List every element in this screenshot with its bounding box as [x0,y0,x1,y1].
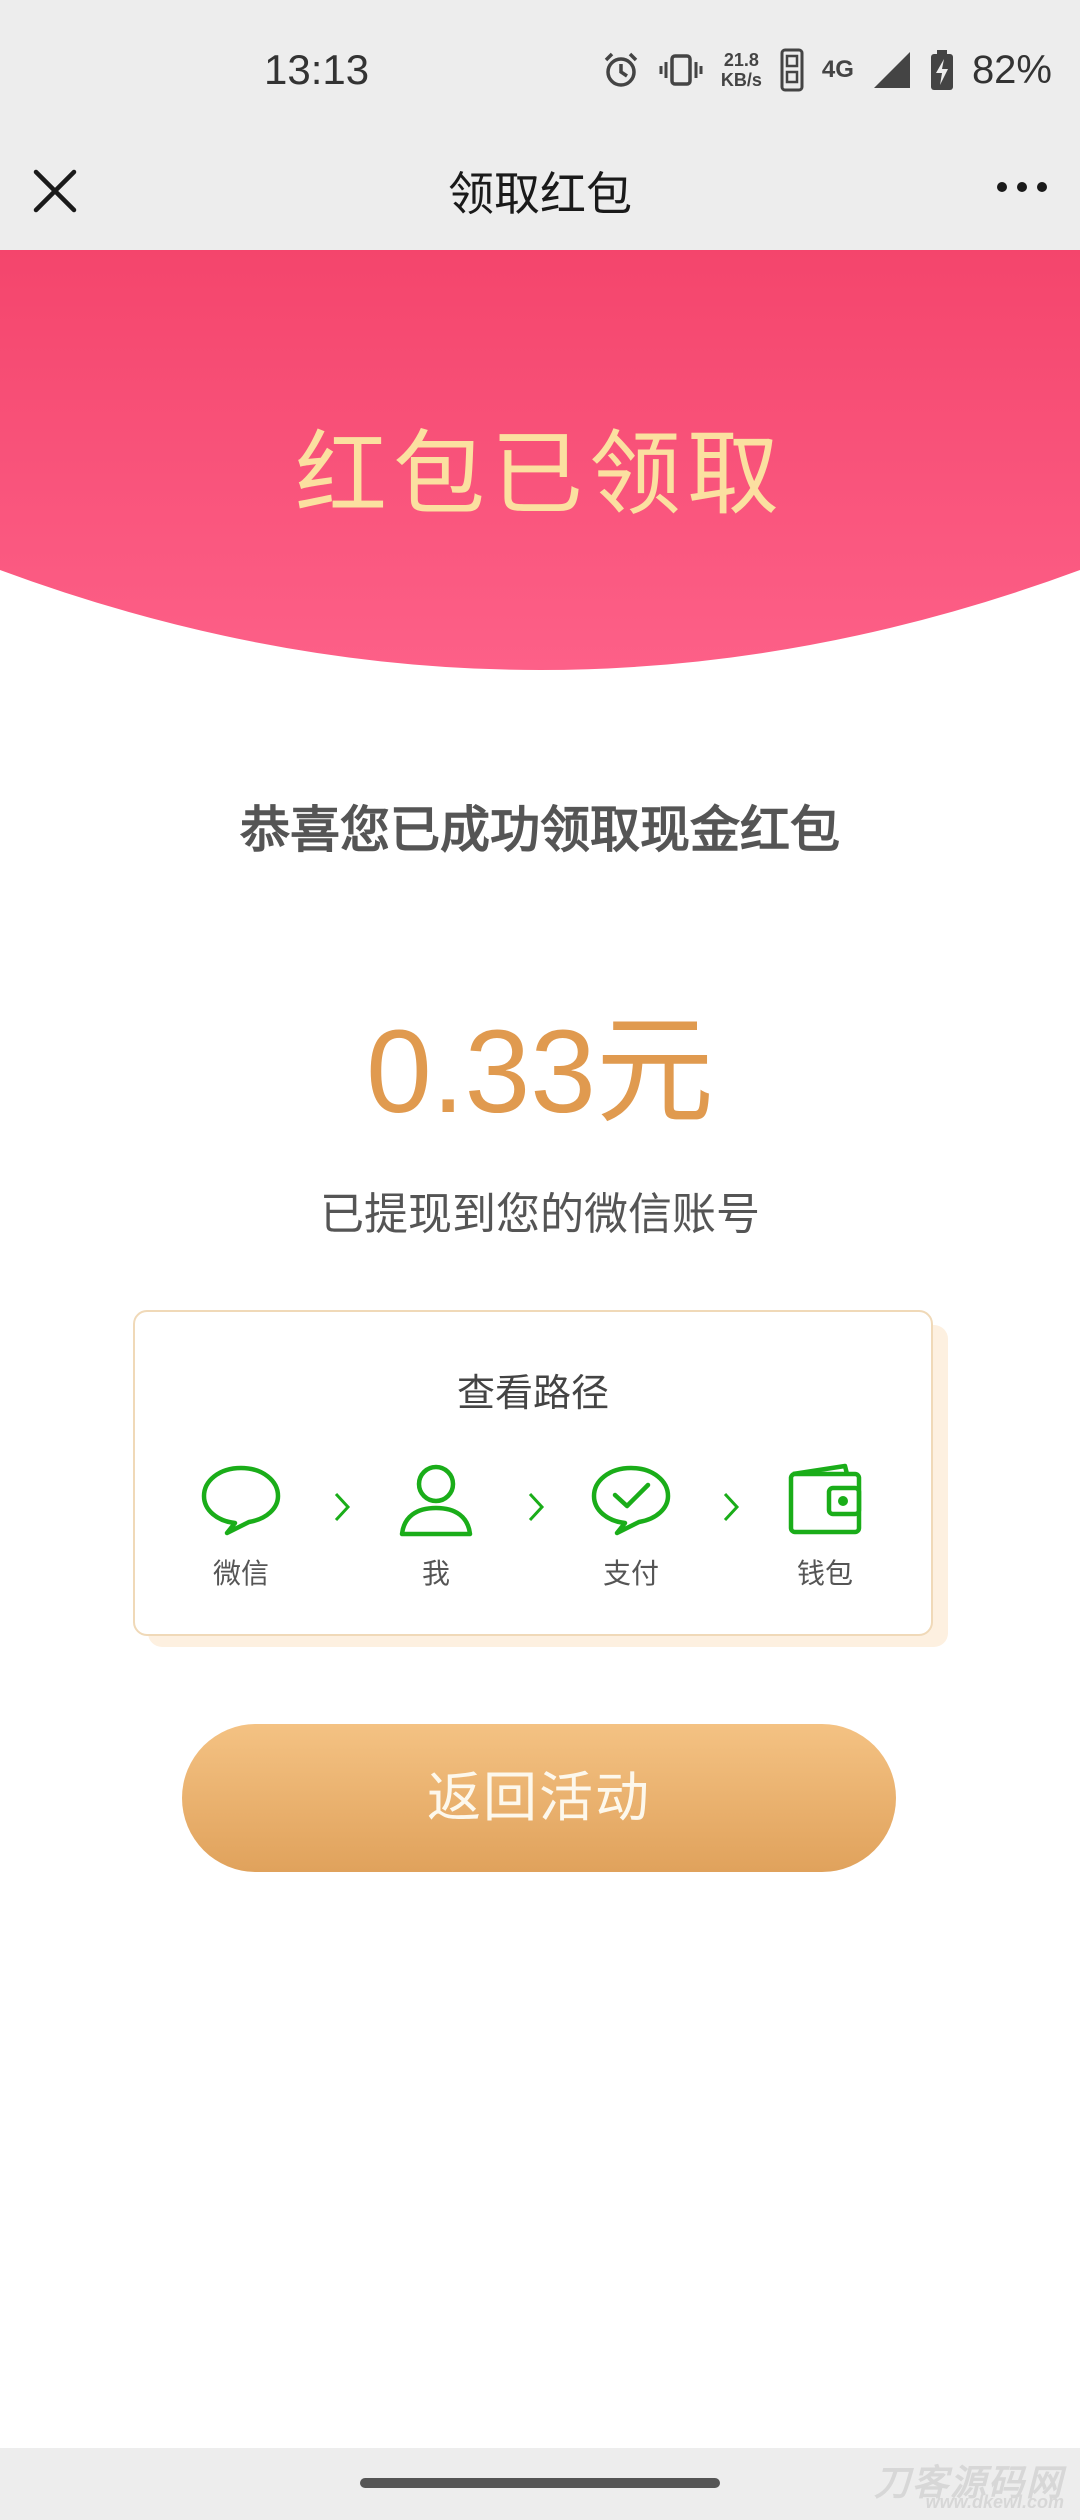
hero-banner: 红包已领取 [0,250,1080,670]
path-step-wallet: 钱包 [765,1462,885,1592]
path-step-label: 支付 [602,1557,659,1590]
network-type: 4G [821,56,854,83]
path-step-label: 我 [421,1557,450,1590]
chevron-right-icon [334,1492,351,1522]
return-activity-button[interactable]: 返回活动 [182,1724,896,1872]
home-indicator[interactable] [360,2478,720,2488]
path-step-label: 钱包 [796,1557,853,1590]
congrats-text: 恭喜您已成功领取现金红包 [240,801,840,859]
battery-percent: 82% [971,47,1052,92]
person-icon [399,1464,473,1537]
more-icon[interactable] [994,172,1050,202]
status-time: 13:13 [264,46,370,93]
status-icons: 21.8 KB/s 4G 82% [601,42,1052,98]
pay-check-icon [591,1465,671,1536]
alarm-icon [604,52,638,87]
wallet-icon [788,1463,862,1535]
network-speed: 21.8 KB/s [721,50,762,90]
chat-bubble-icon [201,1465,281,1536]
network-speed-value: 21.8 [723,50,759,70]
hero-title: 红包已领取 [294,421,785,528]
chevron-right-icon [723,1492,740,1522]
path-step-wechat: 微信 [181,1462,301,1592]
withdraw-description: 已提现到您的微信账号 [320,1189,760,1240]
bottom-bar: 刀客源码网 www.dkewl.com [0,2448,1080,2520]
path-step-label: 微信 [212,1557,269,1590]
signal-icon [873,52,910,88]
network-speed-unit: KB/s [720,70,762,90]
page-title: 领取红包 [448,167,632,221]
amount-value: 0.33元 [366,1006,714,1138]
status-bar: 13:13 21.8 KB/s 4G 82% [0,0,1080,150]
nav-bar: 领取红包 [0,150,1080,250]
path-card-title: 查看路径 [456,1371,609,1415]
chevron-right-icon [528,1492,545,1522]
path-step-me: 我 [376,1462,496,1592]
path-step-pay: 支付 [571,1462,691,1592]
battery-charging-icon [930,50,953,90]
watermark-url: www.dkewl.com [925,2492,1064,2512]
vibrate-icon [659,54,703,86]
path-card: 查看路径 微信 我 支付 钱包 [133,1310,933,1636]
hd-icon [780,48,804,92]
